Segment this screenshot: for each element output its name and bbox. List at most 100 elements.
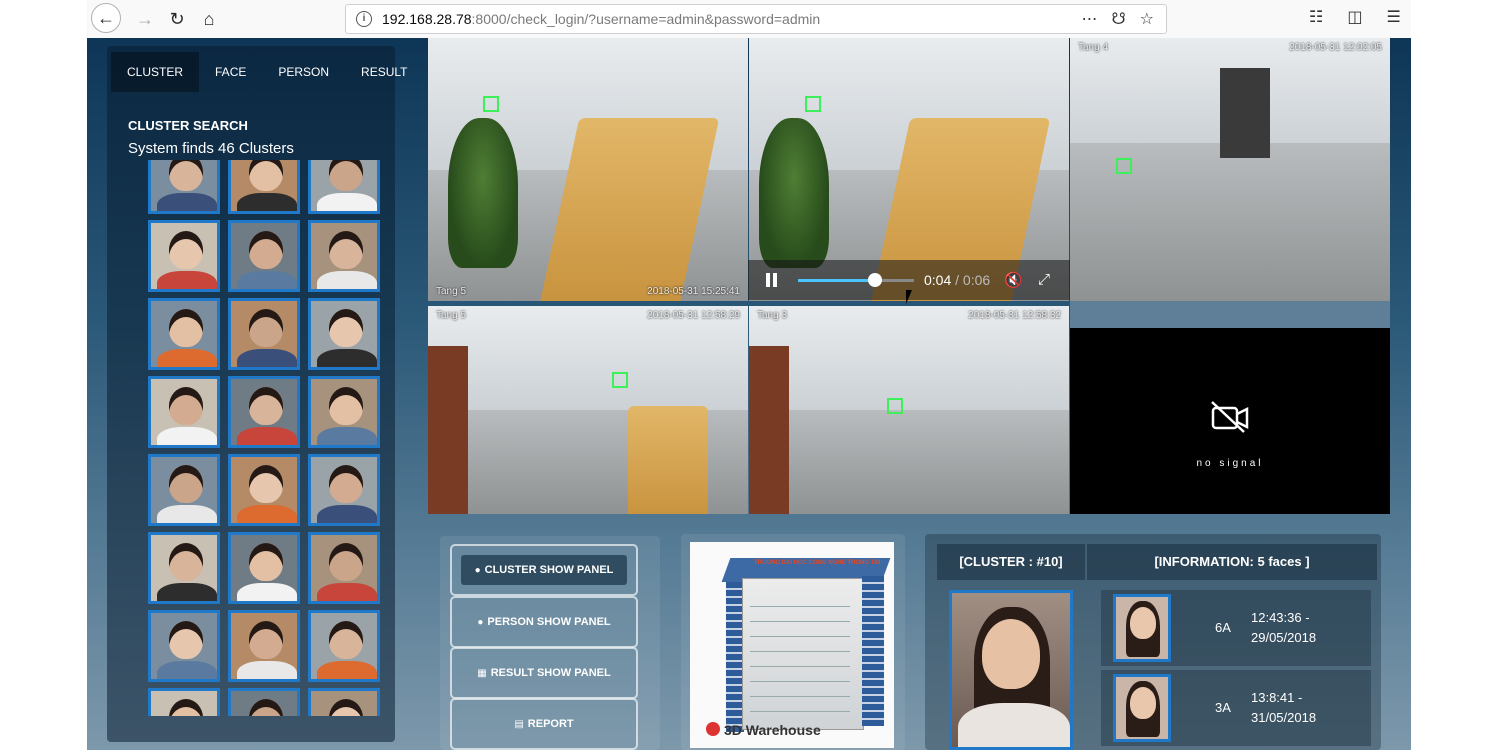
- cluster-thumbnail[interactable]: [308, 610, 380, 682]
- cluster-thumbnail[interactable]: [308, 532, 380, 604]
- camera-header-strip: [1070, 301, 1390, 328]
- reload-button[interactable]: ↻: [163, 5, 191, 33]
- report-button[interactable]: ▤ REPORT: [450, 698, 638, 750]
- info-icon[interactable]: i: [356, 11, 372, 27]
- cluster-thumbnail[interactable]: [308, 376, 380, 448]
- url-host: 192.168.28.78: [382, 11, 472, 27]
- tab-face[interactable]: FACE: [199, 52, 262, 92]
- face-detection-box: [805, 96, 821, 112]
- camera-label: Tang 4: [1078, 42, 1109, 53]
- cluster-thumbnail[interactable]: [228, 454, 300, 526]
- face-thumbnail[interactable]: [1113, 674, 1171, 742]
- cluster-thumbnail[interactable]: [308, 688, 380, 716]
- library-icon[interactable]: ☷: [1309, 7, 1323, 27]
- hamburger-menu-icon[interactable]: ☰: [1386, 7, 1400, 27]
- camera-feed[interactable]: Tang 5 2018-05-31 15:25:41: [428, 38, 748, 301]
- home-button[interactable]: ⌂: [195, 5, 223, 33]
- cluster-thumbnail[interactable]: [308, 454, 380, 526]
- warehouse-logo-icon: [706, 722, 720, 736]
- seek-handle[interactable]: [867, 273, 882, 287]
- cluster-thumbnail[interactable]: [228, 160, 300, 214]
- back-button[interactable]: ←: [91, 3, 121, 33]
- date-value: 31/05/2018: [1251, 710, 1317, 725]
- seek-bar[interactable]: [798, 273, 914, 287]
- button-label: CLUSTER SHOW PANEL: [484, 564, 614, 576]
- camera-timestamp: 2018-05-31 15:25:41: [647, 286, 740, 297]
- url-bar[interactable]: i 192.168.28.78:8000/check_login/?userna…: [345, 4, 1167, 34]
- sidebar-icon[interactable]: ◫: [1347, 7, 1362, 27]
- bookmark-star-icon[interactable]: ☆: [1140, 9, 1154, 29]
- cluster-thumbnail[interactable]: [308, 160, 380, 214]
- cluster-thumbnail[interactable]: [148, 376, 220, 448]
- cluster-thumbnail[interactable]: [148, 220, 220, 292]
- result-show-panel-button[interactable]: ▦ RESULT SHOW PANEL: [450, 647, 638, 699]
- cluster-thumbnail[interactable]: [228, 610, 300, 682]
- panel-buttons: ● CLUSTER SHOW PANEL ● PERSON SHOW PANEL ▦…: [440, 536, 660, 750]
- time-value: 12:43:36 -: [1251, 610, 1310, 625]
- person-icon: ●: [477, 616, 484, 628]
- cluster-show-panel-button[interactable]: ● CLUSTER SHOW PANEL: [450, 544, 638, 596]
- button-label: RESULT SHOW PANEL: [490, 667, 611, 679]
- home-icon: ⌂: [203, 8, 215, 29]
- mute-icon[interactable]: 🔇: [1004, 271, 1023, 289]
- tab-cluster[interactable]: CLUSTER: [111, 52, 200, 92]
- url-text[interactable]: 192.168.28.78:8000/check_login/?username…: [382, 11, 820, 27]
- cluster-thumbnail[interactable]: [228, 376, 300, 448]
- cluster-thumbnail[interactable]: [308, 220, 380, 292]
- time-value: 13:8:41 -: [1251, 690, 1303, 705]
- camera-label: Tang 5: [436, 310, 467, 321]
- time-cell: 13:8:41 - 31/05/2018: [1251, 688, 1316, 728]
- cluster-thumbnail[interactable]: [228, 298, 300, 370]
- current-time: 0:04: [924, 272, 952, 288]
- cluster-grid[interactable]: [148, 160, 388, 716]
- cluster-thumbnail[interactable]: [148, 160, 220, 214]
- button-label: REPORT: [527, 718, 574, 730]
- person-show-panel-button[interactable]: ● PERSON SHOW PANEL: [450, 596, 638, 648]
- building-model-panel: TRUONG DAI HOC CONG NGHE THONG TIN 3D Wa…: [681, 534, 905, 750]
- face-info-table: 6A 12:43:36 - 29/05/2018 3A 13:8:41 - 31/0…: [1101, 590, 1371, 750]
- tab-person[interactable]: PERSON: [262, 52, 345, 92]
- camera-timestamp: 2018-05-31 12:58:29: [647, 310, 740, 321]
- cluster-thumbnail[interactable]: [148, 298, 220, 370]
- face-detection-box: [483, 96, 499, 112]
- reload-icon: ↻: [169, 8, 185, 29]
- time-cell: 12:43:36 - 29/05/2018: [1251, 608, 1316, 648]
- mouse-cursor: [906, 290, 918, 304]
- cluster-thumbnail[interactable]: [148, 532, 220, 604]
- zone-cell: 3A: [1215, 700, 1231, 715]
- camera-feed[interactable]: Tang 5 2018-05-31 12:58:29: [428, 306, 748, 514]
- face-thumbnail[interactable]: [1113, 594, 1171, 662]
- cluster-thumbnail[interactable]: [148, 454, 220, 526]
- table-row[interactable]: 6A 12:43:36 - 29/05/2018: [1101, 590, 1371, 666]
- fullscreen-icon[interactable]: ⤢: [1038, 271, 1050, 288]
- camera-feed[interactable]: Tang 3 2018-05-31 12:58:32: [749, 306, 1069, 514]
- cluster-face-image[interactable]: [949, 590, 1073, 750]
- tab-result[interactable]: RESULT: [345, 52, 423, 92]
- report-icon: ▤: [514, 718, 524, 730]
- cluster-thumbnail[interactable]: [148, 610, 220, 682]
- pause-icon[interactable]: [766, 273, 778, 287]
- video-time: 0:04 / 0:06: [924, 272, 990, 288]
- zone-cell: 6A: [1215, 620, 1231, 635]
- table-row[interactable]: 3A 13:8:41 - 31/05/2018: [1101, 670, 1371, 746]
- browser-toolbar: ← → ↻ ⌂ i 192.168.28.78:8000/check_login…: [87, 0, 1411, 39]
- camera-feed[interactable]: Tang 4 2018-05-31 12:02:05: [1070, 38, 1390, 301]
- camera-no-signal[interactable]: no signal: [1070, 328, 1390, 514]
- camera-label: Tang 3: [757, 310, 788, 321]
- arrow-left-icon: ←: [97, 7, 115, 28]
- cluster-thumbnail[interactable]: [148, 688, 220, 716]
- warehouse-text: 3D Warehouse: [724, 722, 821, 738]
- pocket-icon[interactable]: ☋: [1111, 9, 1125, 29]
- url-path: :8000/check_login/?username=admin&passwo…: [471, 11, 821, 27]
- cluster-thumbnail[interactable]: [228, 220, 300, 292]
- camera-grid: Tang 5 2018-05-31 15:25:41 Tang 4 2018-0…: [428, 38, 1390, 514]
- camera-off-icon: [1211, 401, 1249, 433]
- building-3d-model[interactable]: TRUONG DAI HOC CONG NGHE THONG TIN 3D Wa…: [690, 542, 894, 748]
- cluster-thumbnail[interactable]: [228, 532, 300, 604]
- forward-button[interactable]: →: [131, 5, 159, 33]
- cluster-thumbnail[interactable]: [228, 688, 300, 716]
- cluster-thumbnail[interactable]: [308, 298, 380, 370]
- building-sign: TRUONG DAI HOC CONG NGHE THONG TIN: [754, 560, 881, 566]
- user-icon: ●: [474, 565, 481, 576]
- more-actions-icon[interactable]: ⋯: [1081, 9, 1097, 29]
